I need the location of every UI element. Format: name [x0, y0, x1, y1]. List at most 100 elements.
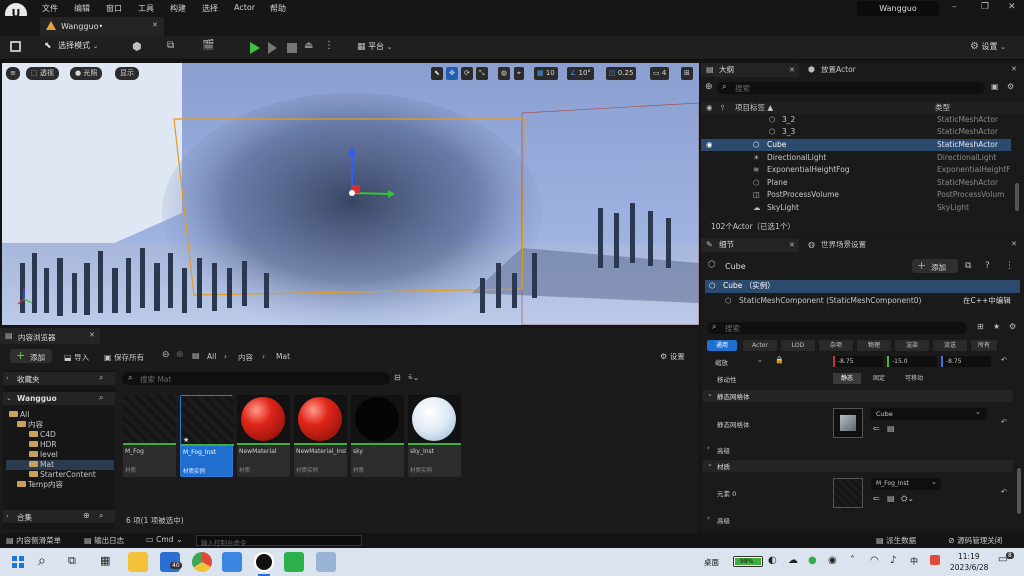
outliner-row[interactable]: ☁ SkyLight SkyLight [701, 202, 1011, 214]
eye-icon[interactable]: ◉ [706, 139, 713, 151]
asset-tile-selected[interactable]: ★ M_Fog_Inst 材质实例 [180, 395, 234, 477]
outliner-row[interactable]: ⬡ 3_2 StaticMeshActor [701, 114, 1011, 126]
step-button[interactable] [268, 42, 277, 54]
save-all-button[interactable]: ▣ 保存所有 [104, 352, 144, 363]
mobility-movable[interactable]: 可移动 [897, 373, 931, 384]
add-button[interactable]: + 添加 [10, 349, 52, 363]
material-dropdown[interactable]: M_Fog_Inst ⌄ [871, 478, 941, 490]
close-icon[interactable]: ✕ [1011, 65, 1017, 73]
details-scrollbar[interactable] [1017, 468, 1021, 514]
chevron-up-icon[interactable]: ˄ [850, 555, 855, 566]
output-log-button[interactable]: ▤ 输出日志 [84, 535, 124, 546]
save-icon[interactable] [10, 41, 21, 52]
task-view-icon[interactable]: ⧉ [68, 554, 76, 568]
input-language[interactable]: 中 [910, 556, 918, 567]
menu-tools[interactable]: 工具 [138, 3, 154, 14]
search-icon[interactable]: ⌕ [99, 393, 103, 403]
tree-item[interactable]: Temp内容 [17, 480, 63, 490]
material-options-icon[interactable]: ⛭⌄ [901, 494, 914, 504]
menu-file[interactable]: 文件 [42, 3, 58, 14]
breadcrumb-mat[interactable]: Mat [276, 352, 290, 361]
asset-search-field[interactable]: ⌕ 搜索 Mat [122, 372, 390, 385]
tree-item[interactable]: All [9, 410, 29, 420]
folder-add-icon[interactable]: ▣ [991, 82, 999, 91]
source-control-button[interactable]: ⊘ 源码管理关闭 [948, 535, 1002, 546]
mobility-static[interactable]: 静态 [833, 373, 861, 384]
place-actor-tab[interactable]: ⬢ 放置Actor [803, 63, 923, 77]
chrome-icon[interactable] [192, 552, 212, 572]
chevron-down-icon[interactable]: ⌄ [757, 356, 763, 364]
app-icon[interactable] [316, 552, 336, 572]
tab-close-icon[interactable]: ✕ [789, 238, 795, 252]
maximize-icon[interactable]: ❐ [981, 2, 989, 12]
browse-arrow-icon[interactable]: ⇐ [873, 424, 880, 433]
asset-tile[interactable]: sky 材质 [351, 395, 404, 477]
tree-item[interactable]: C4D [29, 430, 56, 440]
tree-item-selected[interactable]: Mat [6, 460, 114, 470]
details-search-field[interactable]: ⌕ 搜索 [707, 322, 967, 334]
tree-item[interactable]: HDR [29, 440, 57, 450]
outliner-row[interactable]: ⬡ 3_3 StaticMeshActor [701, 126, 1011, 138]
lock-icon[interactable]: 🔒 [775, 356, 784, 364]
outliner-row[interactable]: ≋ ExponentialHeightFog ExponentialHeight… [701, 164, 1011, 176]
rotation-snap-button[interactable]: ∠ 10° [567, 67, 594, 80]
eject-icon[interactable]: ⏏ [304, 40, 313, 51]
scale-y-field[interactable]: -15.0 [887, 356, 937, 367]
clock-date[interactable]: 2023/6/28 [950, 563, 988, 572]
browse-folder-icon[interactable]: ▤ [887, 424, 895, 433]
surface-snap-icon[interactable]: ⌖ [514, 67, 524, 80]
menu-actor[interactable]: Actor [234, 3, 255, 12]
search-icon[interactable]: ⌕ [38, 553, 46, 569]
world-settings-tab[interactable]: ◍ 世界场景设置 [803, 238, 923, 252]
scale-label[interactable]: 缩放 [715, 357, 728, 367]
tray-icon[interactable]: ◉ [828, 555, 837, 566]
camera-speed-button[interactable]: ▭ 4 [650, 67, 670, 80]
search-icon[interactable]: ⌕ [99, 373, 103, 383]
viewport-menu-button[interactable]: ≡ [6, 67, 20, 80]
filter-lod[interactable]: LOD [781, 340, 815, 351]
level-tab[interactable]: Wangguo• ✕ [40, 17, 164, 36]
notification-button[interactable]: ▭ 8 [998, 552, 1014, 565]
show-button[interactable]: 显示 [115, 67, 139, 80]
favorites-header[interactable]: › 收藏夹 ⌕ [3, 372, 115, 385]
media-app-icon[interactable] [284, 552, 304, 572]
star-icon[interactable]: ★ [993, 322, 1000, 331]
content-browser-tab[interactable]: ▤ 内容浏览器 ✕ [0, 328, 100, 344]
add-component-button[interactable]: + 添加 [912, 259, 958, 273]
world-space-icon[interactable]: ◍ [498, 67, 511, 80]
account-badge[interactable]: Wangguo [857, 1, 939, 17]
file-explorer-icon[interactable] [128, 552, 148, 572]
select-tool-icon[interactable]: ⬉ [431, 67, 443, 80]
add-collection-icon[interactable]: ⊕ [83, 511, 90, 520]
back-icon[interactable]: ⊖ [162, 350, 170, 360]
wechat-icon[interactable]: ● [808, 555, 817, 566]
advanced-row[interactable]: › 高级 [703, 444, 1013, 455]
filter-actor[interactable]: Actor [743, 340, 777, 351]
battery-indicator[interactable]: 98% [733, 556, 763, 567]
outliner-tab[interactable]: ▤ 大纲 ✕ [701, 63, 799, 77]
static-mesh-dropdown[interactable]: Cube ⌄ [871, 408, 987, 420]
tab-close-icon[interactable]: ✕ [789, 63, 795, 77]
materials-section[interactable]: ⌄ 材质 [703, 460, 1013, 472]
tray-icon[interactable]: ☁ [788, 555, 798, 566]
column-label[interactable]: 项目标签 ▲ [735, 102, 773, 114]
forward-icon[interactable]: ⊕ [176, 350, 184, 360]
desktop-label[interactable]: 桌面 [704, 557, 719, 568]
filter-icon[interactable]: ⩯⌄ [408, 373, 419, 383]
breadcrumb-all[interactable]: All [207, 352, 216, 361]
cinematics-icon[interactable]: 🎬 [202, 40, 214, 51]
ime-icon[interactable] [930, 555, 940, 565]
outliner-row-selected[interactable]: ◉ ⬡ Cube StaticMeshActor [701, 139, 1011, 151]
browse-arrow-icon[interactable]: ⇐ [873, 494, 880, 503]
more-options-icon[interactable]: ⋮ [1005, 261, 1014, 271]
filter-all[interactable]: 所有 [971, 340, 997, 351]
tab-close-icon[interactable]: ✕ [89, 331, 95, 339]
material-thumb[interactable] [833, 478, 863, 508]
search-icon[interactable]: ⌕ [99, 511, 103, 521]
asset-tile[interactable]: M_Fog 材质 [123, 395, 176, 477]
scale-z-field[interactable]: -8.75 [941, 356, 991, 367]
outliner-row[interactable]: ◫ PostProcessVolume PostProcessVolum [701, 189, 1011, 201]
derived-data-button[interactable]: ▤ 派生数据 [876, 535, 916, 546]
static-mesh-section[interactable]: ⌄ 静态网格体 [703, 390, 1013, 402]
clock-time[interactable]: 11:19 [958, 552, 980, 561]
